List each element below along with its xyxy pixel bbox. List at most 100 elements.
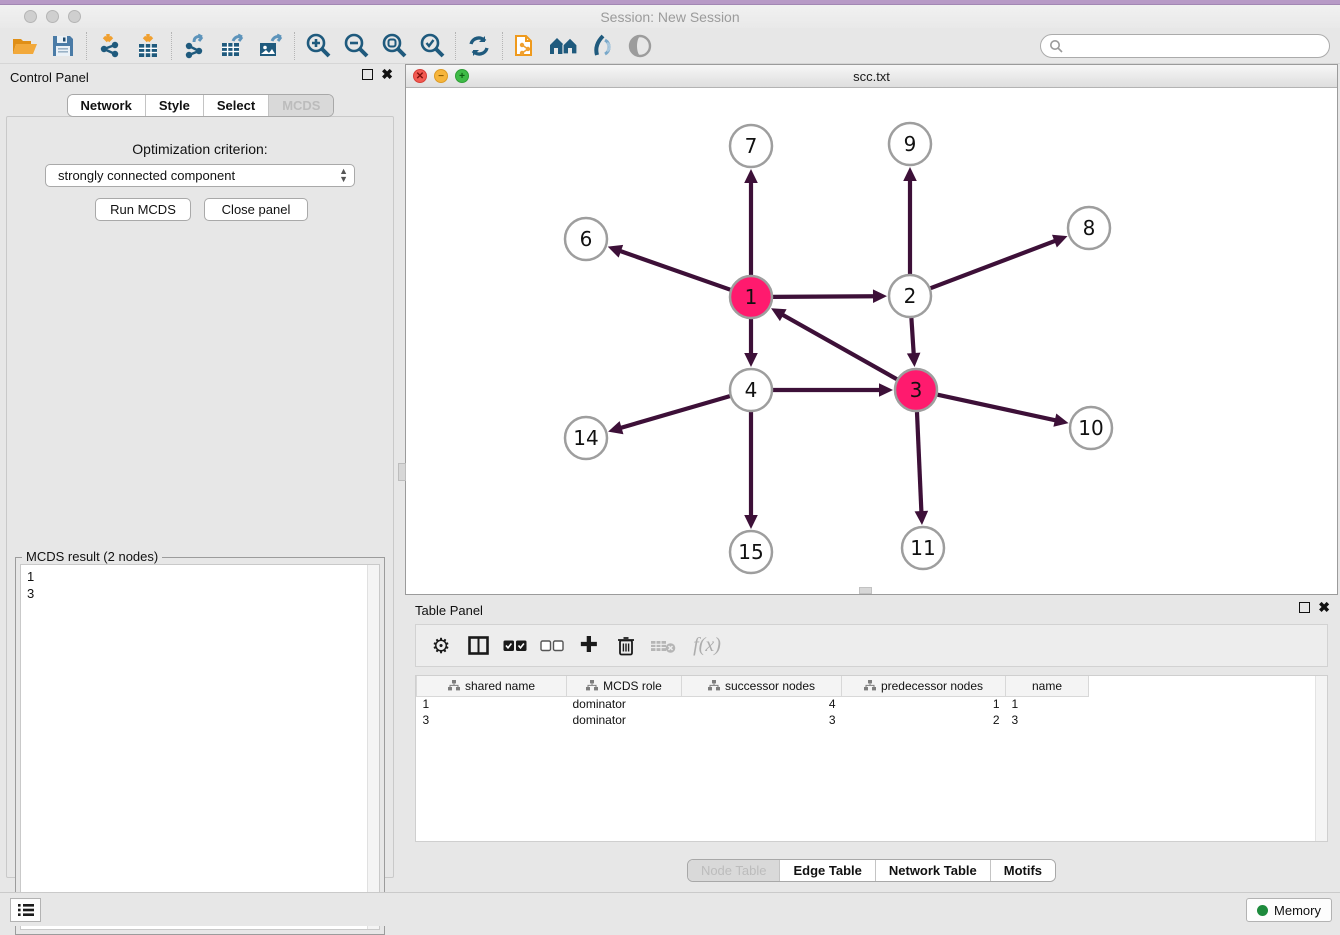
graph-edge-1-2[interactable]	[773, 289, 887, 303]
zoom-fit-button[interactable]	[375, 30, 413, 62]
search-field[interactable]	[1040, 34, 1330, 58]
delete-column-button[interactable]	[611, 629, 641, 663]
network-window-titlebar[interactable]: ✕ − + scc.txt	[406, 65, 1337, 88]
column-header-successor-nodes[interactable]: successor nodes	[682, 676, 842, 696]
show-graphics-details-button[interactable]	[621, 30, 659, 62]
export-table-button[interactable]	[214, 30, 252, 62]
cell-mcds-role[interactable]: dominator	[567, 712, 682, 728]
panel-splitter-grip[interactable]	[398, 463, 406, 481]
select-all-columns-button[interactable]	[500, 629, 530, 663]
graph-node-7[interactable]: 7	[730, 125, 772, 167]
deselect-all-columns-button[interactable]	[537, 629, 567, 663]
table-row[interactable]: 1 dominator 4 1 1	[417, 696, 1089, 712]
cell-shared-name[interactable]: 3	[417, 712, 567, 728]
table-scrollbar[interactable]	[1315, 676, 1327, 841]
tab-edge-table[interactable]: Edge Table	[779, 860, 874, 881]
close-panel-button[interactable]: Close panel	[204, 198, 308, 221]
eye-icon	[627, 34, 653, 58]
create-column-button[interactable]: ✚	[574, 629, 604, 663]
cell-shared-name[interactable]: 1	[417, 696, 567, 712]
toolbar-separator	[86, 32, 87, 60]
graph-node-6[interactable]: 6	[565, 218, 607, 260]
delete-table-button[interactable]	[648, 629, 678, 663]
export-image-button[interactable]	[252, 30, 290, 62]
import-table-button[interactable]	[129, 30, 167, 62]
open-session-button[interactable]	[6, 30, 44, 62]
graph-edge-2-3[interactable]	[907, 318, 921, 367]
graph-node-15[interactable]: 15	[730, 531, 772, 573]
graph-node-9[interactable]: 9	[889, 123, 931, 165]
graph-node-4[interactable]: 4	[730, 369, 772, 411]
table-settings-button[interactable]: ⚙	[426, 629, 456, 663]
zoom-selected-button[interactable]	[413, 30, 451, 62]
cell-successor-nodes[interactable]: 4	[682, 696, 842, 712]
cell-predecessor-nodes[interactable]: 2	[842, 712, 1006, 728]
tab-style[interactable]: Style	[145, 95, 203, 116]
graph-node-8[interactable]: 8	[1068, 207, 1110, 249]
graph-edge-4-15[interactable]	[744, 412, 758, 529]
graph-node-14[interactable]: 14	[565, 417, 607, 459]
run-mcds-button[interactable]: Run MCDS	[95, 198, 191, 221]
graph-node-2[interactable]: 2	[889, 275, 931, 317]
graph-node-10[interactable]: 10	[1070, 407, 1112, 449]
float-panel-icon[interactable]	[362, 69, 373, 80]
zoom-out-button[interactable]	[337, 30, 375, 62]
tab-motifs[interactable]: Motifs	[990, 860, 1055, 881]
node-label: 10	[1078, 416, 1103, 440]
graph-edge-2-9[interactable]	[903, 167, 917, 274]
tab-select[interactable]: Select	[203, 95, 268, 116]
zoom-in-button[interactable]	[299, 30, 337, 62]
function-builder-button[interactable]: f(x)	[685, 629, 729, 663]
cell-name[interactable]: 1	[1006, 696, 1089, 712]
tab-network[interactable]: Network	[68, 95, 145, 116]
show-columns-button[interactable]	[463, 629, 493, 663]
column-header-shared-name[interactable]: shared name	[417, 676, 567, 696]
close-panel-icon[interactable]: ✖	[1318, 602, 1330, 613]
tab-network-table[interactable]: Network Table	[875, 860, 990, 881]
float-panel-icon[interactable]	[1299, 602, 1310, 613]
graph-node-3[interactable]: 3	[895, 369, 937, 411]
mcds-result-title: MCDS result (2 nodes)	[22, 549, 162, 564]
graph-edge-3-10[interactable]	[937, 395, 1068, 427]
graph-edge-4-3[interactable]	[773, 383, 893, 397]
first-neighbors-button[interactable]	[545, 30, 583, 62]
clone-network-button[interactable]	[507, 30, 545, 62]
cell-mcds-role[interactable]: dominator	[567, 696, 682, 712]
graph-node-11[interactable]: 11	[902, 527, 944, 569]
search-input[interactable]	[1063, 36, 1329, 56]
cell-name[interactable]: 3	[1006, 712, 1089, 728]
tab-mcds[interactable]: MCDS	[268, 95, 333, 116]
graph-edge-3-1[interactable]	[771, 308, 897, 379]
import-network-button[interactable]	[91, 30, 129, 62]
visual-style-button[interactable]	[583, 30, 621, 62]
column-header-name[interactable]: name	[1006, 676, 1089, 696]
graph-node-1[interactable]: 1	[730, 276, 772, 318]
apply-layout-button[interactable]	[460, 30, 498, 62]
cell-successor-nodes[interactable]: 3	[682, 712, 842, 728]
mcds-result-textarea[interactable]: 1 3	[20, 564, 380, 930]
graph-edge-1-7[interactable]	[744, 169, 758, 275]
network-canvas[interactable]: 7 9 6 8 1 2 4 3 14 10 15 11	[406, 88, 1337, 594]
graph-edge-2-8[interactable]	[931, 235, 1068, 288]
node-label: 15	[738, 540, 763, 564]
column-header-mcds-role[interactable]: MCDS role	[567, 676, 682, 696]
tab-node-table[interactable]: Node Table	[688, 860, 780, 881]
table-row[interactable]: 3 dominator 3 2 3	[417, 712, 1089, 728]
task-history-button[interactable]	[10, 898, 41, 922]
deselect-all-icon	[540, 640, 564, 652]
graph-edge-1-6[interactable]	[608, 245, 731, 290]
table-panel: Table Panel ✖ ⚙	[405, 597, 1338, 888]
graph-edge-1-4[interactable]	[744, 319, 758, 367]
table-splitter-grip[interactable]	[859, 587, 872, 594]
cell-predecessor-nodes[interactable]: 1	[842, 696, 1006, 712]
close-panel-icon[interactable]: ✖	[381, 69, 393, 80]
export-network-button[interactable]	[176, 30, 214, 62]
save-session-button[interactable]	[44, 30, 82, 62]
graph-edge-3-11[interactable]	[915, 412, 929, 525]
memory-button[interactable]: Memory	[1246, 898, 1332, 922]
graph-edge-4-14[interactable]	[608, 396, 730, 434]
network-graph[interactable]: 7 9 6 8 1 2 4 3 14 10 15 11	[406, 88, 1337, 594]
criterion-dropdown[interactable]: strongly connected component ▲▼	[45, 164, 355, 187]
column-header-predecessor-nodes[interactable]: predecessor nodes	[842, 676, 1006, 696]
result-scrollbar[interactable]	[367, 565, 379, 929]
